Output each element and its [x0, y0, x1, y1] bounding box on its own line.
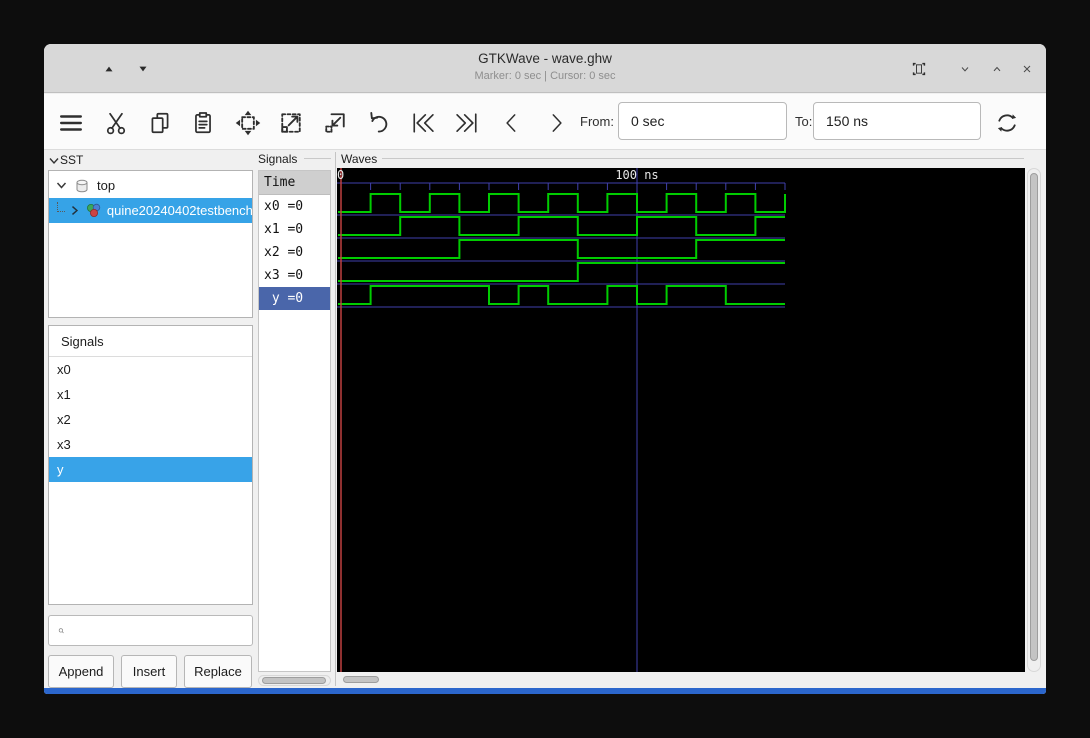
waves-area: 0 100 ns: [337, 168, 1025, 672]
panel-splitter[interactable]: [335, 152, 336, 686]
marker-cursor-status: Marker: 0 sec | Cursor: 0 sec: [474, 70, 616, 82]
paste-icon: [195, 112, 211, 134]
chevron-down-icon: [961, 67, 969, 72]
replace-button[interactable]: Replace: [184, 655, 252, 688]
timescale-label: 100 ns: [615, 168, 658, 182]
signal-value-row-selected[interactable]: y =0: [259, 287, 330, 310]
zoom-out-arrow-icon: [281, 113, 301, 133]
signals-hscrollbar[interactable]: [258, 675, 331, 686]
wave-trace-x1: [338, 216, 785, 236]
chevron-up-icon: [993, 66, 1001, 72]
zoom-in-arrow-icon: [325, 113, 345, 133]
sst-expander-icon[interactable]: [48, 155, 60, 167]
reload-button[interactable]: [991, 107, 1023, 139]
wave-trace-x0: [338, 193, 786, 213]
copy-button[interactable]: [144, 107, 176, 139]
from-input[interactable]: [618, 102, 787, 140]
cut-icon: [106, 112, 126, 135]
go-to-end-button[interactable]: [451, 107, 483, 139]
append-button[interactable]: Append: [48, 655, 114, 688]
copy-icon: [151, 112, 169, 134]
to-label: To:: [795, 114, 813, 129]
tree-item-label: quine20240402testbench: [106, 203, 252, 218]
signal-values-panel: Time x0 =0 x1 =0 x2 =0 x3 =0 y =0: [258, 170, 331, 672]
signal-list-item-selected[interactable]: y: [49, 457, 252, 482]
from-label: From:: [580, 114, 614, 129]
gtkwave-window: GTKWave - wave.ghw Marker: 0 sec | Curso…: [44, 44, 1046, 694]
signal-list-item[interactable]: x2: [49, 407, 252, 432]
signals-frame-line: [304, 158, 331, 159]
sst-frame-label: SST: [60, 153, 84, 167]
signal-value-row[interactable]: x0 =0: [259, 195, 330, 218]
time-header: Time: [259, 171, 330, 195]
signal-value-row[interactable]: x3 =0: [259, 264, 330, 287]
signals-frame-label: Signals: [258, 152, 298, 166]
fullscreen-icon: [912, 62, 926, 76]
cut-button[interactable]: [100, 107, 132, 139]
undo-button[interactable]: [363, 107, 395, 139]
tree-item-label: top: [97, 178, 116, 193]
signal-list-item[interactable]: x3: [49, 432, 252, 457]
skip-to-start-icon: [413, 113, 434, 133]
waves-hscrollbar-thumb[interactable]: [343, 676, 379, 683]
signals-hscrollbar-thumb[interactable]: [262, 677, 326, 684]
zoom-fit-icon: [235, 110, 261, 136]
module-colored-icon: [86, 203, 101, 217]
go-to-start-button[interactable]: [407, 107, 439, 139]
window-bottom-accent: [44, 688, 1046, 694]
search-input[interactable]: [72, 622, 252, 639]
signal-list-item[interactable]: x1: [49, 382, 252, 407]
fullscreen-button[interactable]: [906, 56, 932, 82]
step-forward-button[interactable]: [540, 107, 572, 139]
menu-icon: [60, 115, 82, 131]
signal-value-row[interactable]: x1 =0: [259, 218, 330, 241]
toolbar: From: To:: [44, 94, 1046, 150]
sst-tree: top quine20240402testbench: [48, 170, 253, 318]
insert-button[interactable]: Insert: [121, 655, 177, 688]
expander-right-icon: [71, 205, 79, 216]
chevron-left-icon: [506, 114, 516, 132]
menu-button[interactable]: [55, 107, 87, 139]
tree-item-testbench[interactable]: quine20240402testbench: [49, 198, 252, 223]
undo-icon: [370, 112, 388, 133]
waves-canvas[interactable]: 0 100 ns: [337, 168, 1025, 672]
waves-hscrollbar[interactable]: [339, 675, 1041, 686]
signal-list-header: Signals: [49, 326, 252, 357]
paste-button[interactable]: [187, 107, 219, 139]
wave-trace-y: [338, 285, 785, 305]
wave-trace-x2: [338, 239, 785, 259]
reload-icon: [997, 114, 1017, 132]
minimize-button[interactable]: [952, 56, 978, 82]
to-input[interactable]: [813, 102, 981, 140]
skip-to-end-icon: [456, 113, 477, 133]
close-icon: [1023, 65, 1031, 73]
signal-search-list: Signals x0 x1 x2 x3 y: [48, 325, 253, 605]
step-back-button[interactable]: [496, 107, 528, 139]
maximize-button[interactable]: [984, 56, 1010, 82]
search-icon: [58, 627, 64, 633]
tree-guide-line: [57, 201, 65, 212]
zoom-out-full-button[interactable]: [275, 107, 307, 139]
close-button[interactable]: [1014, 56, 1040, 82]
expander-down-icon: [56, 182, 67, 189]
tree-item-top[interactable]: top: [49, 173, 252, 198]
titlebar[interactable]: GTKWave - wave.ghw Marker: 0 sec | Curso…: [44, 44, 1046, 93]
timescale-label: 0: [337, 168, 344, 182]
chevron-right-icon: [552, 114, 562, 132]
waves-frame-line: [382, 158, 1024, 159]
database-cylinder-icon: [76, 179, 88, 192]
signal-search-field[interactable]: [48, 615, 253, 646]
waves-frame-label: Waves: [341, 152, 378, 166]
zoom-in-full-button[interactable]: [319, 107, 351, 139]
window-title: GTKWave - wave.ghw: [478, 51, 612, 66]
waves-vscrollbar-thumb[interactable]: [1030, 173, 1038, 661]
waves-vscrollbar[interactable]: [1027, 168, 1041, 672]
zoom-fit-button[interactable]: [232, 107, 264, 139]
signal-value-row[interactable]: x2 =0: [259, 241, 330, 264]
signal-list-item[interactable]: x0: [49, 357, 252, 382]
wave-trace-x3: [338, 262, 785, 282]
